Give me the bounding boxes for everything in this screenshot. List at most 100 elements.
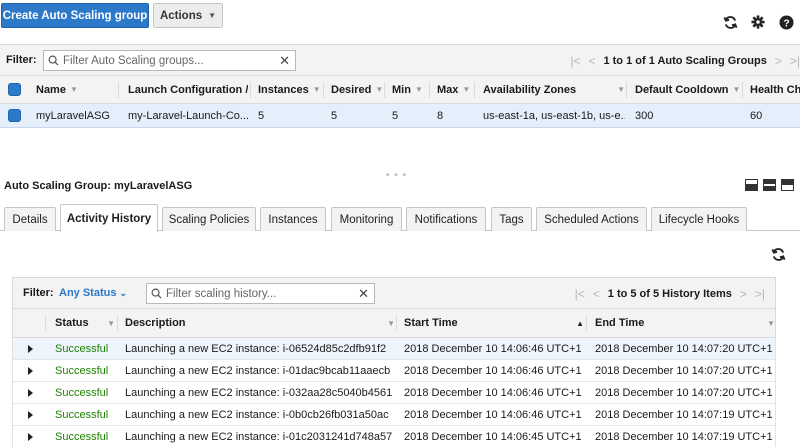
col-status[interactable]: Status ▼: [55, 309, 115, 337]
tab-tags[interactable]: Tags: [491, 207, 532, 231]
tab-scheduled-actions[interactable]: Scheduled Actions: [536, 207, 647, 231]
expand-icon[interactable]: [28, 389, 33, 397]
history-row[interactable]: Successful Launching a new EC2 instance:…: [12, 426, 776, 447]
asg-instances: 5: [258, 109, 265, 122]
asg-desired: 5: [331, 109, 338, 122]
asg-table: Name▼ Launch Configuration /▼ Instances▼…: [0, 76, 800, 128]
resize-handle[interactable]: • • •: [386, 170, 407, 181]
last-page-icon[interactable]: >|: [790, 54, 800, 68]
history-status: Successful: [55, 386, 109, 399]
history-status: Successful: [55, 430, 109, 443]
tab-scaling-policies[interactable]: Scaling Policies: [162, 207, 256, 231]
layout-split-icon[interactable]: [763, 179, 776, 191]
asg-filter-input[interactable]: [63, 54, 263, 67]
tab-details[interactable]: Details: [4, 207, 56, 231]
history-search-wrapper: ✕: [146, 283, 375, 304]
sort-icon: ▼: [617, 85, 625, 94]
filter-label: Filter:: [6, 54, 37, 66]
tab-activity-history[interactable]: Activity History: [60, 204, 158, 232]
sort-icon: ▼: [767, 318, 775, 328]
history-refresh-icon[interactable]: [771, 247, 786, 265]
asg-zones: us-east-1a, us-east-1b, us-e...: [483, 109, 625, 122]
history-end: 2018 December 10 14:07:20 UTC+1: [595, 342, 773, 355]
toolbar: Create Auto Scaling group Actions ▼ ?: [0, 0, 800, 44]
first-page-icon[interactable]: |<: [570, 54, 580, 68]
next-page-icon[interactable]: >: [775, 54, 782, 68]
activity-history-panel: Filter: Any Status ⌄ ✕ |< < 1 to 5 of 5 …: [12, 277, 776, 447]
asg-table-row[interactable]: myLaravelASG my-Laravel-Launch-Co... 5 5…: [0, 104, 800, 128]
sort-icon: ▼: [312, 85, 321, 94]
sort-icon: ▼: [732, 85, 741, 94]
col-launch-configuration[interactable]: Launch Configuration /▼: [128, 76, 248, 103]
asg-filter-bar: Filter: ✕ |< < 1 to 1 of 1 Auto Scaling …: [0, 44, 800, 76]
expand-icon[interactable]: [28, 345, 33, 353]
col-availability-zones[interactable]: Availability Zones ▼: [483, 76, 625, 103]
history-end: 2018 December 10 14:07:20 UTC+1: [595, 386, 773, 399]
create-auto-scaling-group-button[interactable]: Create Auto Scaling group: [1, 3, 149, 28]
history-start: 2018 December 10 14:06:46 UTC+1: [404, 408, 582, 421]
expand-icon[interactable]: [28, 433, 33, 441]
asg-pagination: |< < 1 to 1 of 1 Auto Scaling Groups > >…: [570, 54, 800, 68]
refresh-icon[interactable]: [716, 12, 744, 32]
history-pagination: |< < 1 to 5 of 5 History Items > >|: [575, 287, 765, 301]
layout-top-icon[interactable]: [781, 179, 794, 191]
tab-lifecycle-hooks[interactable]: Lifecycle Hooks: [651, 207, 747, 231]
sort-icon: ▼: [462, 85, 471, 94]
search-icon: [48, 55, 59, 66]
col-instances[interactable]: Instances ▼: [258, 76, 322, 103]
gear-icon[interactable]: [744, 12, 772, 32]
col-end-time[interactable]: End Time ▼: [595, 309, 775, 337]
col-start-time[interactable]: Start Time ▲: [404, 309, 584, 337]
search-icon: [151, 288, 162, 299]
row-checkbox[interactable]: [8, 104, 21, 127]
history-filter-label: Filter:: [23, 287, 54, 299]
select-all-checkbox[interactable]: [8, 76, 21, 103]
history-status: Successful: [55, 364, 109, 377]
history-description: Launching a new EC2 instance: i-01dac9bc…: [125, 364, 391, 377]
asg-min: 5: [392, 109, 399, 122]
sort-icon: ▼: [414, 85, 423, 94]
col-default-cooldown[interactable]: Default Cooldown ▼: [635, 76, 741, 103]
history-row[interactable]: Successful Launching a new EC2 instance:…: [12, 360, 776, 382]
layout-bottom-icon[interactable]: [745, 179, 758, 191]
clear-filter-icon[interactable]: ✕: [279, 53, 290, 69]
tab-instances[interactable]: Instances: [260, 207, 326, 231]
col-name[interactable]: Name ▼: [36, 76, 112, 103]
col-desired[interactable]: Desired ▼: [331, 76, 383, 103]
help-icon[interactable]: ?: [772, 12, 800, 32]
history-description: Launching a new EC2 instance: i-06524d85…: [125, 342, 387, 355]
first-page-icon[interactable]: |<: [575, 287, 585, 301]
toolbar-icons: ?: [716, 12, 800, 32]
history-end: 2018 December 10 14:07:19 UTC+1: [595, 408, 773, 421]
tab-monitoring[interactable]: Monitoring: [331, 207, 402, 231]
expand-icon[interactable]: [28, 367, 33, 375]
sort-asc-icon: ▲: [576, 318, 584, 328]
next-page-icon[interactable]: >: [740, 287, 747, 301]
history-search-input[interactable]: [166, 287, 346, 300]
actions-dropdown[interactable]: Actions ▼: [153, 3, 223, 28]
col-max[interactable]: Max ▼: [437, 76, 473, 103]
history-row[interactable]: Successful Launching a new EC2 instance:…: [12, 404, 776, 426]
asg-table-header: Name▼ Launch Configuration /▼ Instances▼…: [0, 76, 800, 104]
history-end: 2018 December 10 14:07:20 UTC+1: [595, 364, 773, 377]
prev-page-icon[interactable]: <: [593, 287, 600, 301]
clear-history-filter-icon[interactable]: ✕: [358, 286, 369, 302]
history-start: 2018 December 10 14:06:46 UTC+1: [404, 342, 582, 355]
history-row[interactable]: Successful Launching a new EC2 instance:…: [12, 338, 776, 360]
expand-icon[interactable]: [28, 411, 33, 419]
svg-text:?: ?: [783, 18, 789, 29]
col-description[interactable]: Description ▼: [125, 309, 395, 337]
last-page-icon[interactable]: >|: [755, 287, 765, 301]
history-row[interactable]: Successful Launching a new EC2 instance:…: [12, 382, 776, 404]
col-min[interactable]: Min ▼: [392, 76, 428, 103]
tab-notifications[interactable]: Notifications: [406, 207, 486, 231]
history-start: 2018 December 10 14:06:46 UTC+1: [404, 364, 582, 377]
prev-page-icon[interactable]: <: [588, 54, 595, 68]
history-description: Launching a new EC2 instance: i-0b0cb26f…: [125, 408, 389, 421]
history-start: 2018 December 10 14:06:45 UTC+1: [404, 430, 582, 443]
history-status: Successful: [55, 342, 109, 355]
status-filter-dropdown[interactable]: Any Status ⌄: [59, 287, 127, 299]
history-status: Successful: [55, 408, 109, 421]
col-health-check[interactable]: Health Ch: [750, 76, 800, 103]
asg-max: 8: [437, 109, 444, 122]
